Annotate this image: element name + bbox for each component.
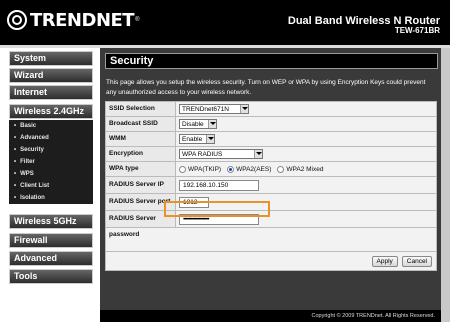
subnav-basic[interactable]: Basic xyxy=(9,120,93,132)
chevron-down-icon xyxy=(240,105,248,113)
radio-button-icon xyxy=(277,165,285,173)
ssid-selection-label: SSID Selection xyxy=(106,102,176,116)
header-bar: TRENDNET ® Dual Band Wireless N Router T… xyxy=(0,0,450,45)
sidebar: System Wizard Internet Wireless 2.4GHz B… xyxy=(0,48,100,322)
radio-wpa2-mixed-label: WPA2 Mixed xyxy=(286,165,324,173)
radio-wpa2-aes-label: WPA2(AES) xyxy=(236,165,272,173)
broadcast-ssid-select[interactable]: Disable xyxy=(179,119,217,129)
wmm-select[interactable]: Enable xyxy=(179,134,215,144)
subnav-filter[interactable]: Filter xyxy=(9,156,93,168)
product-model: TEW-671BR xyxy=(394,26,440,35)
radio-wpa-tkip-label: WPA(TKIP) xyxy=(188,165,222,173)
radio-button-selected-icon xyxy=(227,165,235,173)
encryption-value: WPA RADIUS xyxy=(182,150,223,158)
row-encryption: Encryption WPA RADIUS xyxy=(106,147,436,162)
subnav-isolation[interactable]: Isolation xyxy=(9,192,93,204)
nav-internet[interactable]: Internet xyxy=(9,85,93,100)
nav-system[interactable]: System xyxy=(9,51,93,66)
nav-advanced[interactable]: Advanced xyxy=(9,251,93,266)
row-ssid-selection: SSID Selection TRENDnet671N xyxy=(106,102,436,117)
brand-logo: TRENDNET ® xyxy=(7,9,140,31)
broadcast-ssid-value: Disable xyxy=(182,120,204,128)
broadcast-ssid-label: Broadcast SSID xyxy=(106,117,176,131)
nav-wizard[interactable]: Wizard xyxy=(9,68,93,83)
wmm-label: WMM xyxy=(106,132,176,146)
radio-button-icon xyxy=(179,165,186,173)
row-wpa-type: WPA type WPA(TKIP) WPA2(AES) WPA2 Mixed xyxy=(106,162,436,177)
row-radius-password: RADIUS Server password •••••••••••••••••… xyxy=(106,211,436,238)
registered-mark: ® xyxy=(135,17,140,23)
radio-wpa-tkip[interactable]: WPA(TKIP) xyxy=(179,165,222,173)
product-name: Dual Band Wireless N Router xyxy=(287,15,440,27)
main-content: Security This page allows you setup the … xyxy=(100,48,441,310)
trendnet-logo-icon xyxy=(7,10,27,30)
page-description: This page allows you setup the wireless … xyxy=(106,79,426,96)
chevron-down-icon xyxy=(254,150,262,158)
encryption-label: Encryption xyxy=(106,147,176,161)
brand-name: TRENDNET xyxy=(30,9,135,31)
radio-wpa2-mixed[interactable]: WPA2 Mixed xyxy=(277,165,324,173)
form-actions: Apply Cancel xyxy=(106,252,436,270)
subnav-wps[interactable]: WPS xyxy=(9,168,93,180)
router-admin-window: TRENDNET ® Dual Band Wireless N Router T… xyxy=(0,0,450,322)
wmm-value: Enable xyxy=(182,135,203,143)
encryption-highlight-box xyxy=(164,201,270,217)
row-wmm: WMM Enable xyxy=(106,132,436,147)
subnav-security[interactable]: Security xyxy=(9,144,93,156)
nav-wireless-24ghz[interactable]: Wireless 2.4GHz xyxy=(9,104,93,119)
security-form: SSID Selection TRENDnet671N Broadcast SS… xyxy=(105,101,437,271)
radius-ip-label: RADIUS Server IP address xyxy=(106,177,176,204)
cancel-button[interactable]: Cancel xyxy=(401,255,432,267)
nav-firewall[interactable]: Firewall xyxy=(9,233,93,248)
footer: Copyright © 2009 TRENDnet. All Rights Re… xyxy=(100,310,441,322)
row-radius-port: RADIUS Server port 1812 xyxy=(106,194,436,211)
scrollbar[interactable] xyxy=(441,48,450,322)
row-broadcast-ssid: Broadcast SSID Disable xyxy=(106,117,436,132)
row-radius-ip: RADIUS Server IP address 192.168.10.150 xyxy=(106,177,436,204)
subnav-advanced[interactable]: Advanced xyxy=(9,132,93,144)
radius-ip-input[interactable]: 192.168.10.150 xyxy=(179,179,259,191)
page-title: Security xyxy=(105,53,438,69)
wpa-type-label: WPA type xyxy=(106,162,176,176)
encryption-select[interactable]: WPA RADIUS xyxy=(179,149,263,159)
ssid-selection-select[interactable]: TRENDnet671N xyxy=(179,104,249,114)
apply-button[interactable]: Apply xyxy=(371,255,398,267)
product-info: Dual Band Wireless N Router TEW-671BR xyxy=(288,16,440,36)
ssid-selection-value: TRENDnet671N xyxy=(182,105,229,113)
wireless-24ghz-submenu: Basic Advanced Security Filter WPS Clien… xyxy=(9,120,93,204)
radio-wpa2-aes[interactable]: WPA2(AES) xyxy=(227,165,272,173)
nav-tools[interactable]: Tools xyxy=(9,269,93,284)
row-spacer xyxy=(106,228,436,252)
chevron-down-icon xyxy=(208,120,216,128)
nav-wireless-5ghz[interactable]: Wireless 5GHz xyxy=(9,214,93,229)
subnav-client-list[interactable]: Client List xyxy=(9,180,93,192)
chevron-down-icon xyxy=(206,135,214,143)
